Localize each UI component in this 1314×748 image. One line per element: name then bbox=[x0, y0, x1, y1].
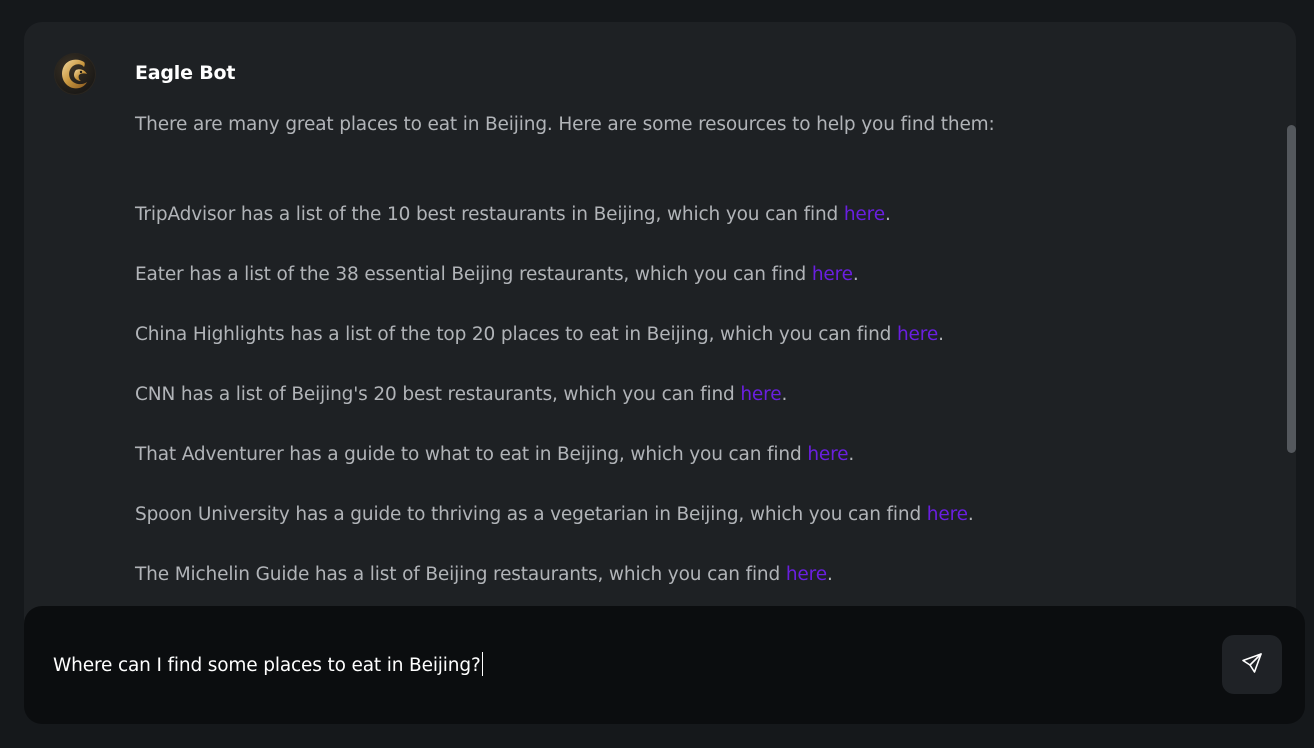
list-item-suffix: . bbox=[848, 444, 855, 465]
list-item-text: Spoon University has a guide to thriving… bbox=[135, 504, 927, 525]
chat-panel: Eagle Bot There are many great places to… bbox=[24, 22, 1296, 642]
bot-name: Eagle Bot bbox=[135, 62, 236, 84]
text-caret bbox=[481, 652, 483, 676]
here-link[interactable]: here bbox=[897, 324, 938, 345]
list-item: Eater has a list of the 38 essential Bei… bbox=[135, 262, 1255, 288]
scrollbar-thumb[interactable] bbox=[1287, 125, 1296, 453]
list-item-suffix: . bbox=[884, 204, 891, 225]
send-icon bbox=[1240, 651, 1264, 679]
here-link[interactable]: here bbox=[927, 504, 968, 525]
list-item-suffix: . bbox=[852, 264, 859, 285]
list-item-suffix: . bbox=[781, 384, 788, 405]
list-item-suffix: . bbox=[826, 564, 833, 585]
message-input-value: Where can I find some places to eat in B… bbox=[53, 655, 481, 676]
list-item: China Highlights has a list of the top 2… bbox=[135, 322, 1255, 348]
here-link[interactable]: here bbox=[812, 264, 853, 285]
send-button[interactable] bbox=[1222, 635, 1282, 694]
list-item-text: The Michelin Guide has a list of Beijing… bbox=[135, 564, 786, 585]
list-item-text: Eater has a list of the 38 essential Bei… bbox=[135, 264, 812, 285]
message-intro: There are many great places to eat in Be… bbox=[135, 114, 995, 135]
list-item: The Michelin Guide has a list of Beijing… bbox=[135, 562, 1255, 588]
list-item-suffix: . bbox=[938, 324, 944, 345]
here-link[interactable]: here bbox=[740, 384, 781, 405]
list-item: That Adventurer has a guide to what to e… bbox=[135, 442, 1255, 468]
list-item-text: That Adventurer has a guide to what to e… bbox=[135, 444, 808, 465]
resource-list: TripAdvisor has a list of the 10 best re… bbox=[135, 202, 1255, 588]
here-link[interactable]: here bbox=[807, 444, 848, 465]
list-item-text: China Highlights has a list of the top 2… bbox=[135, 324, 897, 345]
chat-app: Eagle Bot There are many great places to… bbox=[0, 0, 1314, 748]
list-item: TripAdvisor has a list of the 10 best re… bbox=[135, 202, 1255, 228]
scrollbar[interactable] bbox=[1282, 22, 1296, 642]
eagle-logo-icon bbox=[54, 53, 96, 95]
message-input[interactable]: Where can I find some places to eat in B… bbox=[53, 652, 483, 676]
here-link[interactable]: here bbox=[844, 204, 885, 225]
message-input-bar: Where can I find some places to eat in B… bbox=[24, 606, 1305, 724]
list-item-text: CNN has a list of Beijing's 20 best rest… bbox=[135, 384, 741, 405]
here-link[interactable]: here bbox=[786, 564, 827, 585]
list-item-suffix: . bbox=[967, 504, 974, 525]
list-item: CNN has a list of Beijing's 20 best rest… bbox=[135, 382, 1255, 408]
list-item: Spoon University has a guide to thriving… bbox=[135, 502, 1255, 528]
bot-message: There are many great places to eat in Be… bbox=[135, 112, 1255, 622]
list-item-text: TripAdvisor has a list of the 10 best re… bbox=[135, 204, 844, 225]
